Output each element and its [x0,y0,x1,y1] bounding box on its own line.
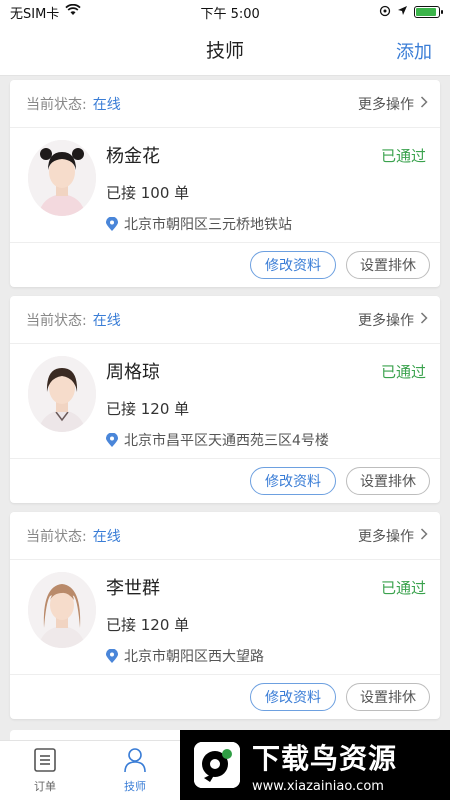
card-actions: 修改资料 设置排休 [10,459,440,503]
address-text: 北京市朝阳区三元桥地铁站 [124,217,292,233]
set-rest-button[interactable]: 设置排休 [346,251,430,279]
chevron-right-icon [420,95,428,112]
document-list-icon [33,747,57,776]
address-line: 北京市昌平区天通西苑三区4号楼 [106,430,329,450]
carrier-text: 无SIM卡 [10,6,60,22]
page-title: 技师 [205,40,244,62]
card-header: 当前状态: 在线 更多操作 [10,512,440,560]
more-actions-button[interactable]: 更多操作 [358,94,428,114]
review-status: 已通过 [380,363,426,381]
set-rest-button[interactable]: 设置排休 [346,683,430,711]
location-pin-icon [106,216,118,231]
more-actions-label: 更多操作 [358,96,414,113]
chevron-right-icon [420,527,428,544]
status-line: 当前状态: 在线 [26,94,121,114]
status-value: 在线 [92,312,121,329]
avatar [28,356,96,432]
watermark-title: 下载鸟资源 [252,741,398,775]
status-line: 当前状态: 在线 [26,526,121,546]
review-status: 已通过 [380,579,426,597]
battery-icon [413,6,443,18]
order-count: 已接 100 单 [106,184,190,202]
order-count: 已接 120 单 [106,616,190,634]
status-value: 在线 [92,96,121,113]
add-button[interactable]: 添加 [396,38,432,64]
tab-orders-label: 订单 [34,780,56,793]
address-text: 北京市昌平区天通西苑三区4号楼 [124,433,329,449]
watermark-url: www.xiazainiao.com [252,778,384,794]
more-actions-label: 更多操作 [358,528,414,545]
tab-orders[interactable]: 订单 [0,741,90,800]
technician-name: 杨金花 [106,146,160,167]
status-value: 在线 [92,528,121,545]
technician-card: 当前状态: 在线 更多操作 周格琼 已通过 已接 120 单 北京市昌平区天通西… [10,296,440,503]
technician-card: 当前状态: 在线 更多操作 杨金花 已通过 已接 100 单 北京市朝阳区三元桥… [10,80,440,287]
address-line: 北京市朝阳区西大望路 [106,646,264,666]
clock-text: 下午 5:00 [200,6,260,22]
avatar [28,140,96,216]
status-label: 当前状态: [26,312,87,329]
tab-technicians-label: 技师 [124,780,146,793]
review-status: 已通过 [380,147,426,165]
more-actions-button[interactable]: 更多操作 [358,526,428,546]
more-actions-label: 更多操作 [358,312,414,329]
order-count: 已接 120 单 [106,400,190,418]
bird-logo-icon [194,742,240,788]
edit-profile-button[interactable]: 修改资料 [250,683,336,711]
chevron-right-icon [420,311,428,328]
address-line: 北京市朝阳区三元桥地铁站 [106,214,292,234]
more-actions-button[interactable]: 更多操作 [358,310,428,330]
watermark-text: 下载鸟资源 www.xiazainiao.com [252,737,397,794]
location-pin-icon [106,648,118,663]
card-header: 当前状态: 在线 更多操作 [10,80,440,128]
technician-card: 当前状态: 在线 更多操作 李世群 已通过 已接 120 单 北京市朝阳区西大望… [10,512,440,719]
wifi-icon [65,3,81,20]
card-body: 李世群 已通过 已接 120 单 北京市朝阳区西大望路 [10,560,440,675]
edit-profile-button[interactable]: 修改资料 [250,467,336,495]
edit-profile-button[interactable]: 修改资料 [250,251,336,279]
status-left: 无SIM卡 [10,3,81,22]
orientation-lock-icon [379,5,391,20]
card-body: 周格琼 已通过 已接 120 单 北京市昌平区天通西苑三区4号楼 [10,344,440,459]
card-header: 当前状态: 在线 更多操作 [10,296,440,344]
tab-technicians[interactable]: 技师 [90,741,180,800]
technician-name: 李世群 [106,578,160,599]
battery-level [415,8,436,16]
card-actions: 修改资料 设置排休 [10,675,440,719]
person-icon [123,747,147,776]
set-rest-button[interactable]: 设置排休 [346,467,430,495]
address-text: 北京市朝阳区西大望路 [124,649,264,665]
nav-bar: 技师 添加 [0,24,450,76]
location-pin-icon [106,432,118,447]
card-actions: 修改资料 设置排休 [10,243,440,287]
status-line: 当前状态: 在线 [26,310,121,330]
status-bar: 无SIM卡 下午 5:00 [0,0,450,24]
status-label: 当前状态: [26,96,87,113]
status-label: 当前状态: [26,528,87,545]
avatar [28,572,96,648]
watermark-banner: 下载鸟资源 www.xiazainiao.com [180,730,450,800]
card-body: 杨金花 已通过 已接 100 单 北京市朝阳区三元桥地铁站 [10,128,440,243]
technician-name: 周格琼 [106,362,160,383]
status-right [379,5,443,20]
location-arrow-icon [397,5,408,19]
